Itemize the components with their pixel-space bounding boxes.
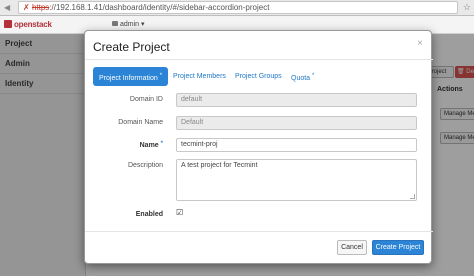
create-project-dialog: Create Project × Project Information * P… — [84, 30, 433, 264]
required-marker: * — [312, 73, 315, 79]
openstack-logo-icon — [4, 20, 12, 28]
enabled-label: Enabled — [135, 211, 163, 218]
project-name-input[interactable]: tecmint-proj — [176, 138, 417, 152]
tab-quota[interactable]: Quota * — [291, 67, 314, 86]
tab-project-members[interactable]: Project Members — [173, 67, 226, 86]
url-protocol: https — [31, 3, 50, 12]
lock-broken-icon: ✗ — [23, 3, 30, 12]
address-bar[interactable]: ✗ https://192.168.1.41/dashboard/identit… — [18, 1, 458, 14]
required-marker: * — [160, 141, 163, 147]
domain-id-field: default — [176, 93, 417, 107]
bookmark-star-icon[interactable]: ☆ — [463, 2, 471, 12]
domain-id-label: Domain ID — [129, 96, 163, 103]
enabled-checkbox[interactable]: ☑ — [176, 208, 185, 217]
tab-project-information[interactable]: Project Information * — [93, 67, 169, 86]
footer-divider — [85, 231, 433, 232]
domain-name-field: Default — [176, 116, 417, 130]
description-textarea[interactable]: A test project for Tecmint — [176, 159, 417, 201]
tab-project-groups[interactable]: Project Groups — [235, 67, 282, 86]
required-marker: * — [159, 73, 163, 79]
dialog-title: Create Project — [93, 40, 170, 54]
domain-name-label: Domain Name — [118, 119, 163, 126]
back-icon[interactable]: ◀ — [4, 3, 10, 13]
openstack-logo[interactable]: openstack — [4, 20, 52, 29]
cancel-button[interactable]: Cancel — [337, 240, 367, 255]
resize-handle-icon[interactable] — [410, 194, 415, 199]
close-icon[interactable]: × — [417, 39, 423, 49]
create-project-button[interactable]: Create Project — [372, 240, 424, 255]
header-divider — [85, 59, 433, 60]
description-label: Description — [127, 162, 163, 169]
project-selector[interactable]: admin ▾ — [112, 20, 144, 28]
checkmark-icon: ☑ — [176, 208, 184, 217]
name-label: Name * — [139, 141, 163, 149]
browser-chrome: ◀ ✗ https://192.168.1.41/dashboard/ident… — [0, 0, 474, 16]
project-icon — [112, 21, 118, 26]
url-path: ://192.168.1.41/dashboard/identity/#/sid… — [49, 3, 270, 12]
